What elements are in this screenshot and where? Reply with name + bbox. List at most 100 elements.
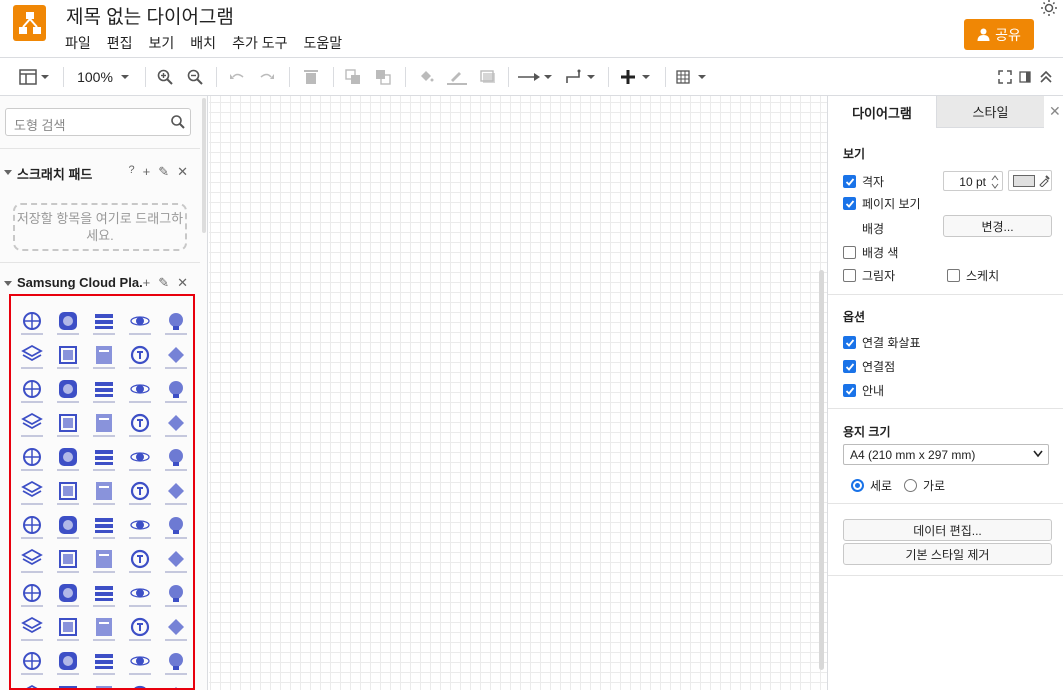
- library-shape-icon[interactable]: [86, 310, 122, 344]
- shape-search-input[interactable]: 도형 검색: [5, 108, 191, 136]
- search-icon[interactable]: [170, 114, 186, 130]
- edit-icon[interactable]: ✎: [158, 164, 169, 180]
- insert-dropdown[interactable]: [620, 65, 654, 89]
- library-shape-icon[interactable]: [14, 684, 50, 688]
- library-shape-icon[interactable]: [50, 582, 86, 616]
- library-shape-icon[interactable]: [50, 650, 86, 684]
- landscape-radio-row[interactable]: 가로: [904, 477, 945, 494]
- sun-icon[interactable]: [1040, 0, 1058, 18]
- edit-icon[interactable]: ✎: [158, 275, 169, 291]
- library-shape-icon[interactable]: [158, 514, 193, 548]
- checkbox-checked[interactable]: [843, 336, 856, 349]
- library-shape-icon[interactable]: [14, 650, 50, 684]
- library-shape-icon[interactable]: [50, 684, 86, 688]
- library-shape-icon[interactable]: [158, 446, 193, 480]
- edit-data-button[interactable]: 데이터 편집...: [843, 519, 1052, 541]
- canvas-scrollbar[interactable]: [819, 270, 824, 670]
- to-front-icon[interactable]: [343, 65, 363, 89]
- library-shape-icon[interactable]: [122, 446, 158, 480]
- sketch-checkbox-row[interactable]: 스케치: [947, 267, 999, 284]
- library-shape-icon[interactable]: [158, 650, 193, 684]
- sidebar-scrollbar[interactable]: [202, 98, 206, 233]
- library-shape-icon[interactable]: [14, 310, 50, 344]
- connection-arrows-row[interactable]: 연결 화살표: [843, 334, 921, 351]
- collapse-triangle-icon[interactable]: [4, 170, 12, 175]
- library-shape-icon[interactable]: [86, 344, 122, 378]
- scratchpad-header[interactable]: 스크래치 패드 ? + ✎ ✕: [0, 160, 200, 184]
- checkbox-unchecked[interactable]: [843, 269, 856, 282]
- connection-style-dropdown[interactable]: [518, 65, 554, 89]
- library-shape-icon[interactable]: [14, 378, 50, 412]
- checkbox-checked[interactable]: [843, 197, 856, 210]
- waypoints-dropdown[interactable]: [565, 65, 597, 89]
- library-shape-icon[interactable]: [122, 548, 158, 582]
- menu-arrange[interactable]: 배치: [190, 33, 224, 53]
- close-icon[interactable]: ✕: [1049, 103, 1061, 120]
- grid-checkbox-row[interactable]: 격자: [843, 173, 884, 190]
- menu-view[interactable]: 보기: [149, 33, 183, 53]
- connection-points-row[interactable]: 연결점: [843, 358, 895, 375]
- library-shape-icon[interactable]: [86, 480, 122, 514]
- library-shape-icon[interactable]: [14, 344, 50, 378]
- zoom-out-icon[interactable]: [185, 65, 205, 89]
- library-shape-icon[interactable]: [122, 582, 158, 616]
- library-shape-icon[interactable]: [158, 344, 193, 378]
- library-shape-icon[interactable]: [86, 582, 122, 616]
- library-shape-icon[interactable]: [14, 514, 50, 548]
- shadow-icon[interactable]: [478, 65, 498, 89]
- library-shape-icon[interactable]: [50, 480, 86, 514]
- library-shapes-selection[interactable]: [9, 294, 195, 690]
- library-shape-icon[interactable]: [122, 378, 158, 412]
- zoom-dropdown[interactable]: 100%: [74, 65, 134, 89]
- close-icon[interactable]: ✕: [177, 164, 188, 180]
- library-shape-icon[interactable]: [86, 616, 122, 650]
- library-shape-icon[interactable]: [50, 616, 86, 650]
- redo-icon[interactable]: [257, 65, 277, 89]
- share-button[interactable]: 공유: [964, 19, 1034, 50]
- library-shape-icon[interactable]: [86, 412, 122, 446]
- menu-file[interactable]: 파일: [65, 33, 99, 53]
- checkbox-checked[interactable]: [843, 360, 856, 373]
- help-icon[interactable]: ?: [128, 164, 134, 180]
- document-title[interactable]: 제목 없는 다이어그램: [66, 2, 234, 29]
- library-shape-icon[interactable]: [50, 446, 86, 480]
- stepper-icon[interactable]: [990, 174, 1000, 190]
- radio-unselected[interactable]: [904, 479, 917, 492]
- tab-style[interactable]: 스타일: [936, 96, 1044, 128]
- library-shape-icon[interactable]: [50, 378, 86, 412]
- bg-color-checkbox-row[interactable]: 배경 색: [843, 244, 898, 261]
- library-shape-icon[interactable]: [122, 344, 158, 378]
- fill-color-icon[interactable]: [416, 65, 436, 89]
- library-shape-icon[interactable]: [122, 480, 158, 514]
- library-shape-icon[interactable]: [158, 310, 193, 344]
- library-shape-icon[interactable]: [158, 378, 193, 412]
- grid-size-input[interactable]: 10 pt: [943, 171, 1003, 191]
- checkbox-unchecked[interactable]: [843, 246, 856, 259]
- library-shape-icon[interactable]: [122, 514, 158, 548]
- library-shape-icon[interactable]: [122, 684, 158, 688]
- library-shape-icon[interactable]: [122, 412, 158, 446]
- library-shape-icon[interactable]: [86, 446, 122, 480]
- guides-row[interactable]: 안내: [843, 382, 884, 399]
- library-shape-icon[interactable]: [50, 412, 86, 446]
- library-shape-icon[interactable]: [86, 548, 122, 582]
- library-shape-icon[interactable]: [158, 548, 193, 582]
- checkbox-unchecked[interactable]: [947, 269, 960, 282]
- grid-color-button[interactable]: [1008, 170, 1052, 191]
- tab-diagram[interactable]: 다이어그램: [828, 96, 936, 128]
- menu-extras[interactable]: 추가 도구: [232, 33, 295, 53]
- library-shape-icon[interactable]: [86, 378, 122, 412]
- scratchpad-dropzone[interactable]: 저장할 항목을 여기로 드래그하세요.: [13, 203, 187, 251]
- paper-size-select[interactable]: A4 (210 mm x 297 mm): [843, 444, 1049, 465]
- to-back-icon[interactable]: [373, 65, 393, 89]
- table-dropdown[interactable]: [676, 65, 710, 89]
- library-shape-icon[interactable]: [14, 582, 50, 616]
- undo-icon[interactable]: [227, 65, 247, 89]
- format-panel-icon[interactable]: [1017, 65, 1033, 89]
- library-shape-icon[interactable]: [14, 616, 50, 650]
- library-shape-icon[interactable]: [158, 684, 193, 688]
- library-shape-icon[interactable]: [158, 412, 193, 446]
- library-shape-icon[interactable]: [158, 582, 193, 616]
- shadow-checkbox-row[interactable]: 그림자: [843, 267, 895, 284]
- portrait-radio-row[interactable]: 세로: [851, 477, 892, 494]
